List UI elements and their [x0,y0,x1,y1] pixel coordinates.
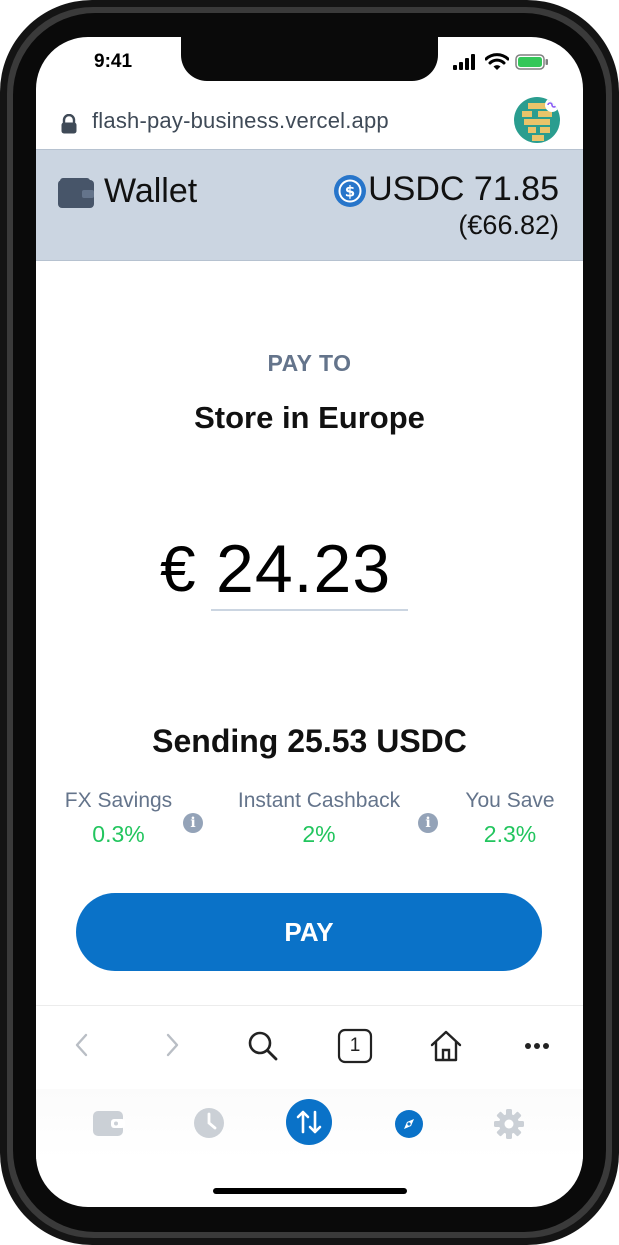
amount-underline [211,609,408,611]
currency-symbol: € [160,533,196,605]
notch [181,37,438,81]
search-icon[interactable] [247,1030,279,1067]
wallet-header[interactable]: Wallet $ USDC 71.85 (€66.82) [36,149,583,261]
pay-button[interactable]: PAY [76,893,542,971]
stat-label: Instant Cashback [237,789,401,812]
url-text[interactable]: flash-pay-business.vercel.app [92,108,389,134]
stat-instant-cashback: Instant Cashback 2% [221,789,417,848]
avatar[interactable] [514,97,560,143]
home-icon[interactable] [428,1028,464,1069]
wifi-icon [484,53,510,76]
browser-url-bar[interactable]: flash-pay-business.vercel.app [36,92,583,150]
info-icon[interactable]: i [183,813,203,833]
back-icon[interactable] [72,1030,92,1065]
svg-text:$: $ [345,183,355,201]
transfer-icon[interactable] [286,1099,332,1150]
stat-value: 2.3% [483,821,537,847]
wallet-nav-icon[interactable] [93,1109,125,1142]
bottom-nav [36,1089,583,1159]
merchant-name: Store in Europe [194,400,425,435]
battery-icon [515,54,549,75]
more-icon[interactable] [524,1038,550,1056]
status-icons [453,53,549,76]
phone-screen: 9:41 flash-pay-business.vercel.app Walle… [36,37,583,1207]
stat-value: 2% [302,821,336,847]
wallet-title: Wallet [104,172,198,210]
browser-toolbar: 1 [36,1005,583,1090]
gear-icon[interactable] [494,1109,524,1144]
status-time: 9:41 [94,51,133,72]
stat-label: FX Savings [64,789,173,812]
info-icon[interactable]: i [418,813,438,833]
tab-count: 1 [349,1035,361,1056]
stat-you-save: You Save 2.3% [456,789,564,848]
usdc-balance: USDC 71.85 [368,170,559,208]
home-indicator[interactable] [213,1188,407,1194]
amount-input[interactable]: 24.23 [216,530,391,608]
pay-to-label: PAY TO [267,350,352,376]
stat-label: You Save [465,789,555,812]
compass-icon[interactable] [394,1109,424,1144]
tabs-icon[interactable]: 1 [337,1028,373,1069]
forward-icon[interactable] [162,1030,182,1065]
signal-icon [453,54,479,75]
stat-value: 0.3% [92,821,145,847]
fiat-balance: (€66.82) [458,210,559,240]
usdc-icon: $ [334,175,366,212]
wallet-icon [58,178,94,213]
lock-icon [60,113,78,139]
sending-amount: Sending 25.53 USDC [152,723,467,759]
clock-icon[interactable] [193,1107,225,1144]
stat-fx-savings: FX Savings 0.3% [56,789,181,848]
